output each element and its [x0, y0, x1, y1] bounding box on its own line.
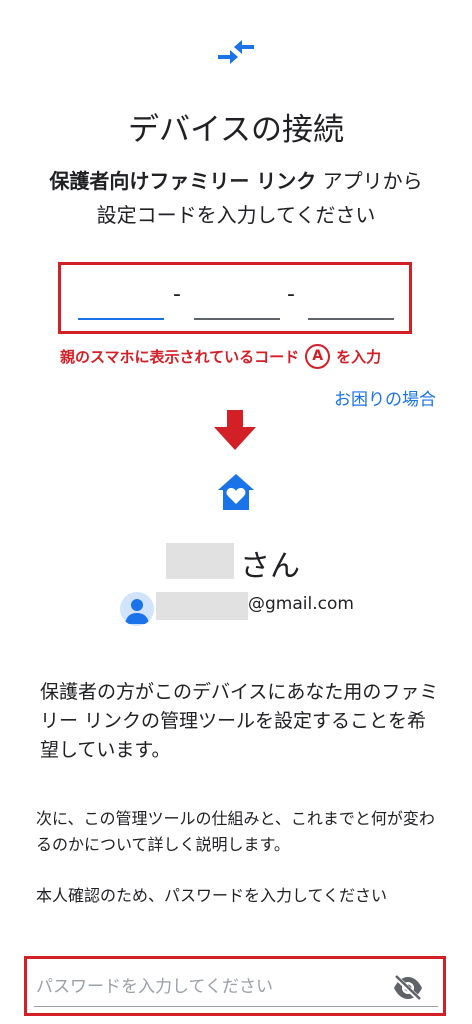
down-arrow-icon [214, 410, 256, 450]
description-paragraph: 保護者の方がこのデバイスにあなた用のファミリー リンクの管理ツールを設定すること… [40, 681, 439, 761]
password-instruction: 本人確認のため、パスワードを入力してください [36, 886, 388, 905]
code-field-2[interactable] [194, 318, 280, 320]
code-separator: - [173, 282, 181, 307]
password-input[interactable] [36, 972, 380, 1002]
password-underline [34, 1006, 438, 1007]
person-icon [125, 599, 149, 624]
parent-email-domain: @gmail.com [248, 594, 354, 614]
code-field-1[interactable] [78, 318, 164, 320]
parent-email-redacted [156, 592, 248, 620]
note-text-end: を入力 [336, 348, 382, 366]
circle-a-marker: A [305, 344, 331, 369]
parent-name-suffix: さん [240, 549, 300, 584]
page-title: デバイスの接続 [127, 112, 345, 148]
connect-arrows-icon [218, 40, 254, 64]
subtitle-line2: 設定コードを入力してください [96, 203, 376, 227]
parent-name-redacted [166, 543, 234, 579]
code-annotation-note: 親のスマホに表示されているコード A を入力 [60, 344, 381, 369]
app-name: 保護者向けファミリー リンク [49, 169, 317, 193]
help-link[interactable]: お困りの場合 [334, 385, 436, 410]
note-text: 親のスマホに表示されているコード [60, 348, 300, 366]
code-separator: - [287, 282, 295, 307]
code-field-3[interactable] [308, 318, 394, 320]
explanation-paragraph: 次に、この管理ツールの仕組みと、これまでと何が変わるのかについて詳しく説明します… [36, 809, 435, 854]
code-annotation-box [58, 262, 412, 334]
avatar [120, 592, 154, 626]
home-heart-icon [218, 474, 254, 510]
visibility-off-icon[interactable] [392, 974, 424, 1002]
page-subtitle: 保護者向けファミリー リンク アプリから 設定コードを入力してください [0, 164, 472, 232]
subtitle-text: アプリから [316, 169, 423, 193]
